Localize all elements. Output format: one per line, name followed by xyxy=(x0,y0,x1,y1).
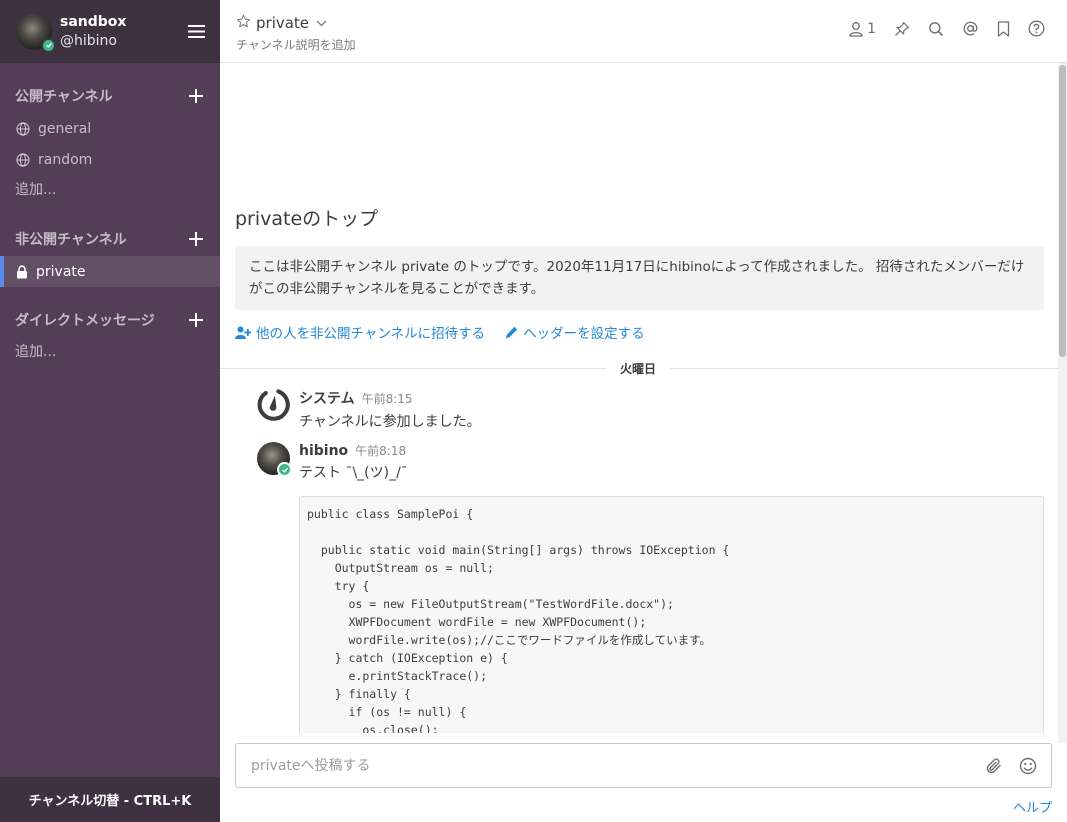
hamburger-icon[interactable] xyxy=(186,22,206,42)
post-message: テスト ¯\_(ツ)_/¯ xyxy=(299,465,408,481)
star-icon[interactable] xyxy=(236,14,251,33)
private-channels-header: 非公開チャンネル xyxy=(0,227,220,251)
team-info[interactable]: sandbox @hibino xyxy=(60,13,186,51)
set-header-label: ヘッダーを設定する xyxy=(523,326,645,342)
member-icon xyxy=(849,21,863,37)
channel-name[interactable]: private xyxy=(256,14,309,32)
bookmark-icon[interactable] xyxy=(997,20,1010,37)
post-username[interactable]: システム xyxy=(299,388,355,408)
add-description-link[interactable]: チャンネル説明を追加 xyxy=(236,36,1051,53)
pencil-icon xyxy=(506,326,518,338)
search-icon[interactable] xyxy=(928,21,944,37)
sidebar-item-label: private xyxy=(36,263,86,280)
header-icons: 1 xyxy=(830,20,1045,37)
paperclip-icon[interactable] xyxy=(983,755,1005,777)
channel-header: private チャンネル説明を追加 1 xyxy=(220,0,1067,63)
main-area: private チャンネル説明を追加 1 privateのトップ ここは非公開チ… xyxy=(220,0,1067,822)
add-more-dm-link[interactable]: 追加... xyxy=(0,337,220,368)
post-username[interactable]: hibino xyxy=(299,443,348,459)
add-more-public-link[interactable]: 追加... xyxy=(0,175,220,206)
sidebar: sandbox @hibino 公開チャンネル general random 追… xyxy=(0,0,220,822)
member-list-button[interactable]: 1 xyxy=(848,21,876,37)
add-public-channel-icon[interactable] xyxy=(188,88,204,104)
public-channels-section: 公開チャンネル general random 追加... xyxy=(0,84,220,206)
message-input[interactable] xyxy=(251,757,983,774)
at-icon[interactable] xyxy=(962,20,979,37)
add-private-channel-icon[interactable] xyxy=(188,231,204,247)
team-name: sandbox xyxy=(60,13,127,30)
help-icon[interactable] xyxy=(1028,20,1045,37)
emoji-icon[interactable] xyxy=(1017,755,1039,777)
post-content: hibino 午前8:18 テスト ¯\_(ツ)_/¯ xyxy=(299,442,408,482)
mattermost-logo-icon xyxy=(257,389,290,421)
dm-section: ダイレクトメッセージ 追加... xyxy=(0,308,220,368)
add-dm-icon[interactable] xyxy=(188,312,204,328)
help-link[interactable]: ヘルプ xyxy=(1013,797,1052,816)
globe-icon xyxy=(16,152,30,167)
member-count: 1 xyxy=(867,20,876,37)
post-time[interactable]: 午前8:18 xyxy=(355,442,406,459)
system-avatar xyxy=(257,388,290,421)
post-content: システム 午前8:15 チャンネルに参加しました。 xyxy=(299,388,481,431)
invite-members-label: 他の人を非公開チャンネルに招待する xyxy=(256,326,486,342)
private-channels-title: 非公開チャンネル xyxy=(15,232,127,248)
sidebar-item-label: random xyxy=(38,151,93,168)
channel-switcher-button[interactable]: チャンネル切替 - CTRL+K xyxy=(0,777,220,822)
private-channels-section: 非公開チャンネル private xyxy=(0,227,220,287)
channel-intro-actions: 他の人を非公開チャンネルに招待する ヘッダーを設定する xyxy=(235,322,1044,342)
add-user-icon xyxy=(235,326,251,339)
channel-intro-description: ここは非公開チャンネル private のトップです。2020年11月17日にh… xyxy=(235,246,1044,310)
date-separator-label: 火曜日 xyxy=(606,360,671,377)
globe-icon xyxy=(16,121,30,136)
team-header: sandbox @hibino xyxy=(0,0,220,63)
user-avatar[interactable] xyxy=(16,13,56,53)
pin-icon[interactable] xyxy=(894,21,910,37)
post-header: システム 午前8:15 xyxy=(299,388,481,408)
online-status-icon xyxy=(41,37,56,53)
channel-intro: privateのトップ ここは非公開チャンネル private のトップです。2… xyxy=(235,204,1044,342)
code-block-text: public class SamplePoi { public static v… xyxy=(307,507,730,733)
chevron-down-icon[interactable] xyxy=(316,15,327,31)
post-message: チャンネルに参加しました。 xyxy=(299,414,481,430)
post-time[interactable]: 午前8:15 xyxy=(362,390,413,407)
dm-title: ダイレクトメッセージ xyxy=(15,313,155,329)
post-header: hibino 午前8:18 xyxy=(299,442,408,459)
message-composer xyxy=(235,743,1052,788)
public-channels-title: 公開チャンネル xyxy=(15,89,113,105)
dm-header: ダイレクトメッセージ xyxy=(0,308,220,332)
post-avatar[interactable] xyxy=(257,442,292,477)
username: @hibino xyxy=(60,32,117,49)
online-status-icon xyxy=(277,462,292,477)
invite-members-button[interactable]: 他の人を非公開チャンネルに招待する xyxy=(235,322,485,342)
scrollbar-thumb[interactable] xyxy=(1059,65,1066,357)
lock-icon xyxy=(17,264,27,278)
sidebar-item-general[interactable]: general xyxy=(0,113,220,144)
sidebar-item-private[interactable]: private xyxy=(0,256,220,287)
public-channels-header: 公開チャンネル xyxy=(0,84,220,108)
scrollbar[interactable] xyxy=(1058,63,1067,743)
set-header-button[interactable]: ヘッダーを設定する xyxy=(505,322,645,342)
sidebar-item-random[interactable]: random xyxy=(0,144,220,175)
channel-intro-title: privateのトップ xyxy=(235,208,379,230)
post-list[interactable]: privateのトップ ここは非公開チャンネル private のトップです。2… xyxy=(220,63,1058,733)
sidebar-item-label: general xyxy=(38,120,92,137)
code-block[interactable]: public class SamplePoi { public static v… xyxy=(299,496,1044,733)
